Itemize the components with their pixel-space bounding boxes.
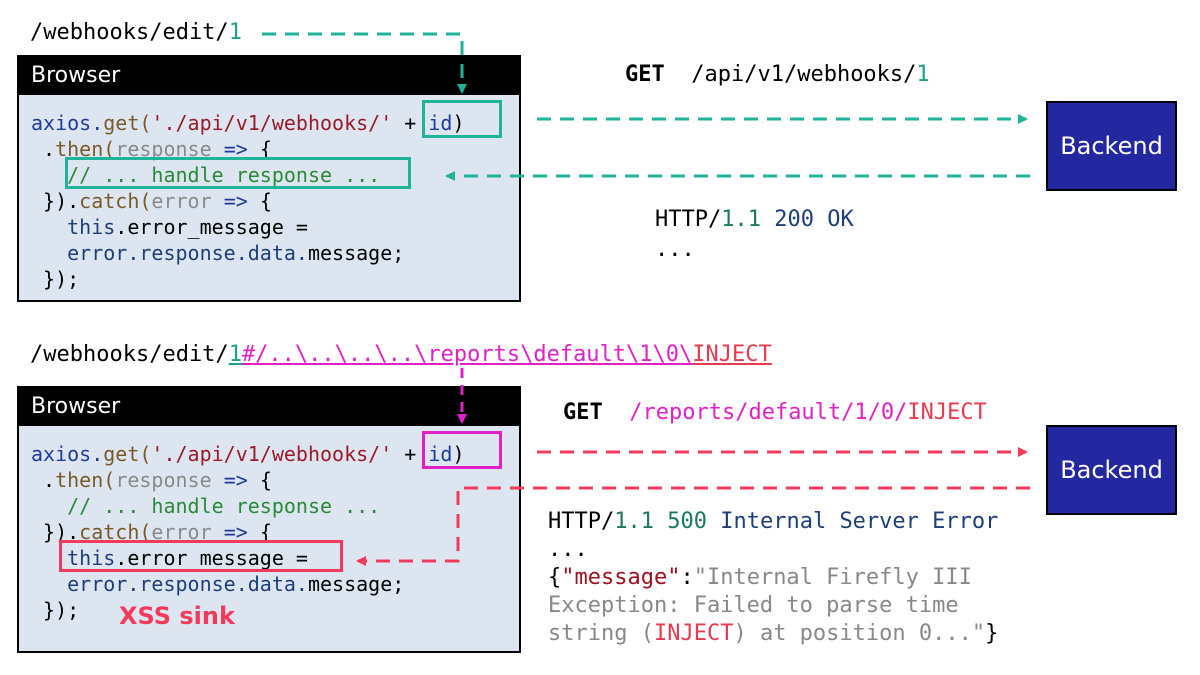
flow-arrows — [262, 32, 1030, 566]
top-url-to-id-arrow — [262, 32, 467, 94]
bottom-error-response-arrow — [356, 486, 1030, 566]
